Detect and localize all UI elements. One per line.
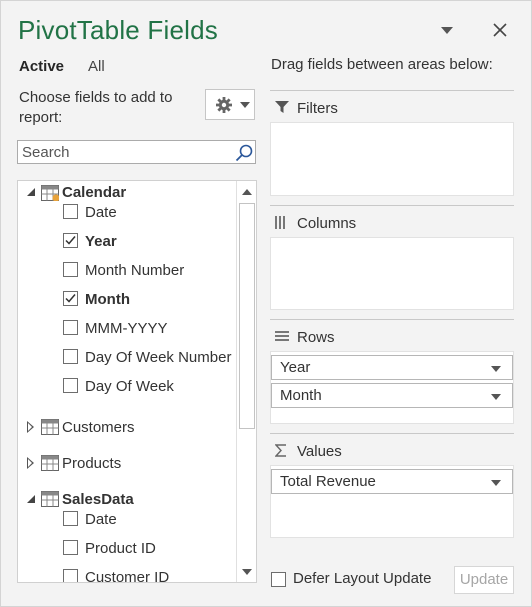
columns-area-label: Columns bbox=[297, 215, 357, 232]
field-checkbox[interactable] bbox=[63, 233, 78, 248]
rows-icon bbox=[275, 331, 289, 341]
chevron-down-icon bbox=[240, 102, 250, 108]
field-checkbox[interactable] bbox=[63, 349, 78, 364]
tab-all[interactable]: All bbox=[88, 58, 105, 75]
field-checkbox[interactable] bbox=[63, 540, 78, 555]
field-checkbox[interactable] bbox=[63, 378, 78, 393]
search-box bbox=[17, 140, 256, 164]
checkmark-icon bbox=[65, 236, 76, 245]
columns-drop-area[interactable] bbox=[270, 237, 514, 310]
search-icon[interactable] bbox=[234, 143, 254, 163]
table-icon bbox=[41, 491, 59, 507]
table-icon bbox=[41, 455, 59, 471]
close-icon[interactable] bbox=[491, 21, 509, 39]
expand-arrow-icon[interactable] bbox=[27, 421, 34, 433]
columns-icon bbox=[275, 216, 285, 229]
scroll-up-icon[interactable] bbox=[238, 183, 256, 201]
chevron-down-icon[interactable] bbox=[491, 366, 501, 372]
field-label[interactable]: Date bbox=[85, 511, 117, 528]
tab-active[interactable]: Active bbox=[19, 58, 64, 75]
field-label[interactable]: Date bbox=[85, 204, 117, 221]
scrollbar-thumb[interactable] bbox=[239, 203, 255, 429]
divider bbox=[270, 319, 514, 320]
field-checkbox[interactable] bbox=[63, 511, 78, 526]
field-checkbox[interactable] bbox=[63, 291, 78, 306]
filter-icon bbox=[275, 101, 289, 113]
defer-layout-checkbox[interactable] bbox=[271, 572, 286, 587]
field-list-scrollbar[interactable] bbox=[236, 181, 256, 582]
drag-fields-label: Drag fields between areas below: bbox=[271, 56, 493, 73]
table-name-customers[interactable]: Customers bbox=[62, 419, 135, 436]
field-label[interactable]: Product ID bbox=[85, 540, 156, 557]
rows-area-label: Rows bbox=[297, 329, 335, 346]
update-button[interactable]: Update bbox=[454, 566, 514, 594]
field-label[interactable]: Customer ID bbox=[85, 569, 169, 582]
table-name-salesdata[interactable]: SalesData bbox=[62, 491, 134, 508]
chevron-down-icon[interactable] bbox=[491, 480, 501, 486]
field-label[interactable]: Year bbox=[85, 233, 117, 250]
pane-title: PivotTable Fields bbox=[18, 15, 218, 45]
sigma-icon bbox=[275, 444, 286, 457]
table-name-products[interactable]: Products bbox=[62, 455, 121, 472]
chip-label: Total Revenue bbox=[280, 473, 376, 490]
choose-fields-label: Choose fields to add to report: bbox=[19, 89, 173, 126]
filters-drop-area[interactable] bbox=[270, 122, 514, 196]
collapse-arrow-icon[interactable] bbox=[27, 495, 35, 503]
field-label[interactable]: Month Number bbox=[85, 262, 184, 279]
values-field-chip[interactable]: Total Revenue bbox=[271, 469, 513, 494]
collapse-arrow-icon[interactable] bbox=[27, 188, 35, 196]
scroll-down-icon[interactable] bbox=[238, 563, 256, 581]
expand-arrow-icon[interactable] bbox=[27, 457, 34, 469]
table-name-calendar[interactable]: Calendar bbox=[62, 184, 126, 201]
filters-area-label: Filters bbox=[297, 100, 338, 117]
field-checkbox[interactable] bbox=[63, 204, 78, 219]
rows-field-chip[interactable]: Year bbox=[271, 355, 513, 380]
field-checkbox[interactable] bbox=[63, 569, 78, 582]
field-label[interactable]: Day Of Week bbox=[85, 378, 174, 395]
field-list-settings-button[interactable] bbox=[205, 89, 255, 120]
field-label[interactable]: Month bbox=[85, 291, 130, 308]
pane-options-chevron-down-icon[interactable] bbox=[441, 27, 453, 34]
pivottable-fields-pane: PivotTable Fields Active All Choose fiel… bbox=[0, 0, 532, 607]
chevron-down-icon[interactable] bbox=[491, 394, 501, 400]
rows-field-chip[interactable]: Month bbox=[271, 383, 513, 408]
chip-label: Month bbox=[280, 387, 322, 404]
divider bbox=[270, 433, 514, 434]
gear-icon bbox=[216, 97, 232, 113]
values-area-label: Values bbox=[297, 443, 342, 460]
checkmark-icon bbox=[65, 294, 76, 303]
field-label[interactable]: Day Of Week Number bbox=[85, 349, 231, 366]
chip-label: Year bbox=[280, 359, 311, 376]
search-input[interactable] bbox=[20, 142, 230, 162]
field-checkbox[interactable] bbox=[63, 320, 78, 335]
divider bbox=[270, 90, 514, 91]
field-checkbox[interactable] bbox=[63, 262, 78, 277]
table-icon bbox=[41, 185, 59, 201]
divider bbox=[270, 205, 514, 206]
field-label[interactable]: MMM-YYYY bbox=[85, 320, 168, 337]
field-list: Calendar Date Year Month Number Month MM… bbox=[17, 180, 257, 583]
defer-layout-label[interactable]: Defer Layout Update bbox=[293, 570, 431, 587]
table-icon bbox=[41, 419, 59, 435]
